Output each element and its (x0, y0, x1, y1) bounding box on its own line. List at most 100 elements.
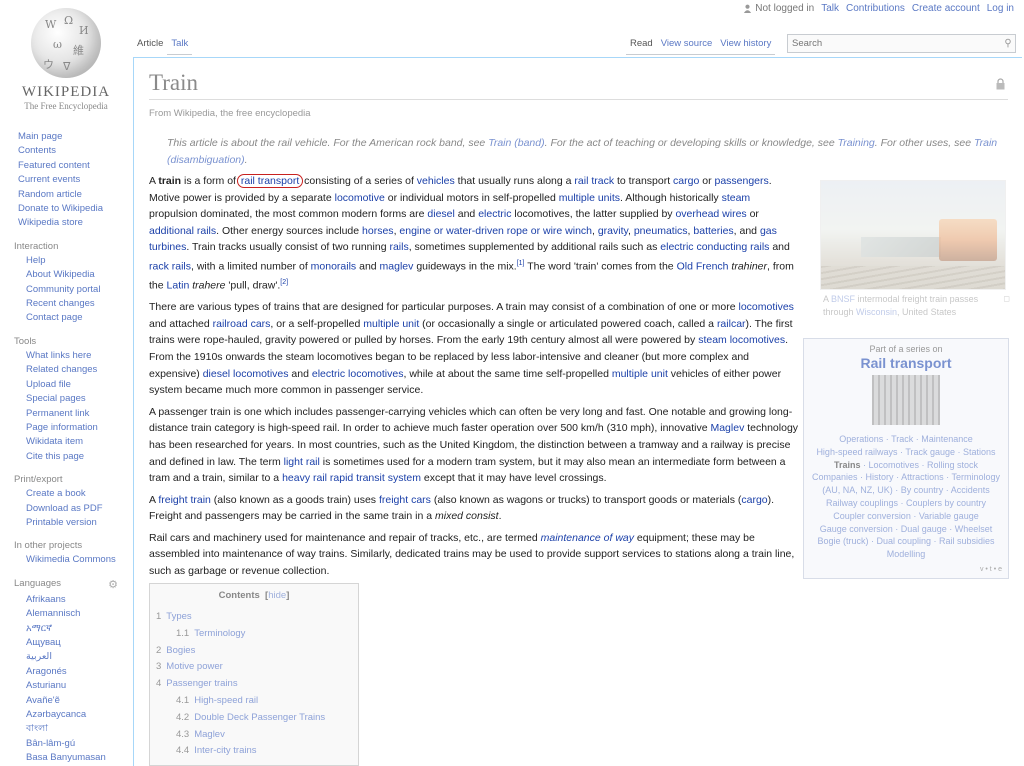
language-link[interactable]: Azərbaycanca (26, 708, 132, 722)
article-link[interactable]: passengers (714, 175, 768, 187)
navbox-link[interactable]: Track gauge (905, 447, 955, 457)
navbox-link[interactable]: History (866, 472, 894, 482)
article-link[interactable]: maintenance of way (541, 532, 634, 544)
toc-item[interactable]: 4.1 High-speed rail (156, 693, 352, 710)
navbox-link[interactable]: Accidents (951, 485, 990, 495)
article-link[interactable]: railroad cars (213, 318, 271, 330)
article-link[interactable]: gravity (598, 225, 628, 237)
tab-read[interactable]: Read (626, 34, 657, 55)
article-link[interactable]: additional rails (149, 225, 216, 237)
wikipedia-logo[interactable]: W Ω И ω 維 ウ ᐁ Wikipedia The Free Encyclo… (12, 8, 120, 116)
toc-item[interactable]: 1.1 Terminology (156, 626, 352, 643)
article-link[interactable]: pneumatics (634, 225, 688, 237)
navbox-link[interactable]: Variable gauge (919, 511, 979, 521)
article-link[interactable]: electric conducting rails (660, 241, 769, 253)
talk-link[interactable]: Talk (821, 3, 839, 14)
navbox-link[interactable]: Operations (839, 434, 883, 444)
article-link[interactable]: engine or water-driven rope or wire winc… (399, 225, 592, 237)
navbox-link[interactable]: Modelling (887, 549, 926, 559)
freight-train-image[interactable] (820, 180, 1006, 290)
sidebar-item-current-events[interactable]: Current events (18, 173, 132, 187)
toc-item[interactable]: 4.2 Double Deck Passenger Trains (156, 710, 352, 727)
navbox-link[interactable]: Companies (812, 472, 858, 482)
contributions-link[interactable]: Contributions (846, 3, 905, 14)
article-link[interactable]: freight train (158, 494, 211, 506)
tab-talk[interactable]: Talk (167, 34, 193, 55)
language-link[interactable]: Alemannisch (26, 607, 132, 621)
sidebar-item-main-page[interactable]: Main page (18, 130, 132, 144)
language-link[interactable]: Aragonés (26, 665, 132, 679)
article-link[interactable]: steam locomotives (698, 334, 785, 346)
sidebar-item-related-changes[interactable]: Related changes (26, 363, 132, 377)
language-link[interactable]: العربية (26, 650, 132, 664)
tab-view-source[interactable]: View source (656, 34, 717, 55)
article-link[interactable]: electric locomotives (312, 368, 404, 380)
toc-item[interactable]: 2 Bogies (156, 643, 352, 660)
sidebar-item-store[interactable]: Wikipedia store (18, 216, 132, 230)
sidebar-item-what-links-here[interactable]: What links here (26, 349, 132, 363)
article-link[interactable]: Old French (677, 260, 729, 272)
sidebar-item-download-pdf[interactable]: Download as PDF (26, 502, 132, 516)
article-link[interactable]: multiple unit (612, 368, 668, 380)
sidebar-item-printable-version[interactable]: Printable version (26, 516, 132, 530)
sidebar-item-featured-content[interactable]: Featured content (18, 159, 132, 173)
article-link[interactable]: overhead wires (675, 208, 746, 220)
navbox-link[interactable]: Attractions (901, 472, 944, 482)
create-account-link[interactable]: Create account (912, 3, 980, 14)
language-link[interactable]: Avañe'ẽ (26, 694, 132, 708)
sidebar-item-wikidata-item[interactable]: Wikidata item (26, 435, 132, 449)
sidebar-item-special-pages[interactable]: Special pages (26, 392, 132, 406)
navbox-link[interactable]: Bogie (truck) (817, 536, 868, 546)
navbox-link[interactable]: High-speed railways (816, 447, 897, 457)
sidebar-item-upload-file[interactable]: Upload file (26, 378, 132, 392)
rail-track-image[interactable] (872, 375, 940, 425)
article-link[interactable]: maglev (380, 260, 414, 272)
article-link[interactable]: electric (478, 208, 511, 220)
article-link[interactable]: vehicles (417, 175, 455, 187)
article-link[interactable]: steam (722, 192, 751, 204)
hatnote-link-training[interactable]: Training (838, 137, 875, 149)
article-link[interactable]: railcar (717, 318, 746, 330)
navbox-link[interactable]: By country (901, 485, 944, 495)
navbox-link[interactable]: Dual gauge (901, 524, 947, 534)
sidebar-item-cite-this-page[interactable]: Cite this page (26, 450, 132, 464)
citation-link[interactable]: [1] (517, 260, 525, 267)
language-link[interactable]: Bân-lâm-gú (26, 737, 132, 751)
navbox-link[interactable]: Couplers by country (906, 498, 986, 508)
language-link[interactable]: Ащувац (26, 636, 132, 650)
navbox-link[interactable]: Locomotives (868, 460, 919, 470)
caption-link[interactable]: BNSF (831, 294, 855, 304)
sidebar-item-permanent-link[interactable]: Permanent link (26, 407, 132, 421)
sidebar-item-recent-changes[interactable]: Recent changes (26, 297, 132, 311)
navbox-link[interactable]: Stations (963, 447, 996, 457)
article-link[interactable]: rail track (574, 175, 614, 187)
navbox-link[interactable]: Gauge conversion (820, 524, 893, 534)
language-link[interactable]: বাংলা (26, 722, 132, 736)
gear-icon[interactable]: ⚙ (108, 578, 118, 591)
hatnote-link-band[interactable]: Train (band) (488, 137, 544, 149)
article-link[interactable]: diesel locomotives (203, 368, 289, 380)
navbox-vte[interactable]: v • t • e (980, 566, 1002, 573)
sidebar-item-contact-page[interactable]: Contact page (26, 311, 132, 325)
toc-item[interactable]: 3 Motive power (156, 659, 352, 676)
navbox-link[interactable]: Rolling stock (927, 460, 978, 470)
sidebar-item-contents[interactable]: Contents (18, 144, 132, 158)
navbox-link[interactable]: Wheelset (955, 524, 993, 534)
article-link[interactable]: diesel (427, 208, 454, 220)
navbox-link[interactable]: Railway couplings (826, 498, 898, 508)
article-link[interactable]: light rail (284, 456, 320, 468)
tab-article[interactable]: Article (133, 34, 168, 55)
sidebar-item-page-information[interactable]: Page information (26, 421, 132, 435)
article-link[interactable]: Latin (167, 280, 190, 292)
sidebar-item-about[interactable]: About Wikipedia (26, 268, 132, 282)
sidebar-item-create-book[interactable]: Create a book (26, 487, 132, 501)
toc-item[interactable]: 4.3 Maglev (156, 727, 352, 744)
article-link[interactable]: multiple unit (363, 318, 419, 330)
sidebar-item-community-portal[interactable]: Community portal (26, 283, 132, 297)
sidebar-item-help[interactable]: Help (26, 254, 132, 268)
navbox-title[interactable]: Rail transport (808, 355, 1004, 371)
caption-link[interactable]: Wisconsin (856, 307, 897, 317)
article-link[interactable]: heavy rail rapid transit system (282, 472, 421, 484)
language-link[interactable]: Asturianu (26, 679, 132, 693)
search-icon[interactable]: ⚲ (1001, 38, 1015, 49)
